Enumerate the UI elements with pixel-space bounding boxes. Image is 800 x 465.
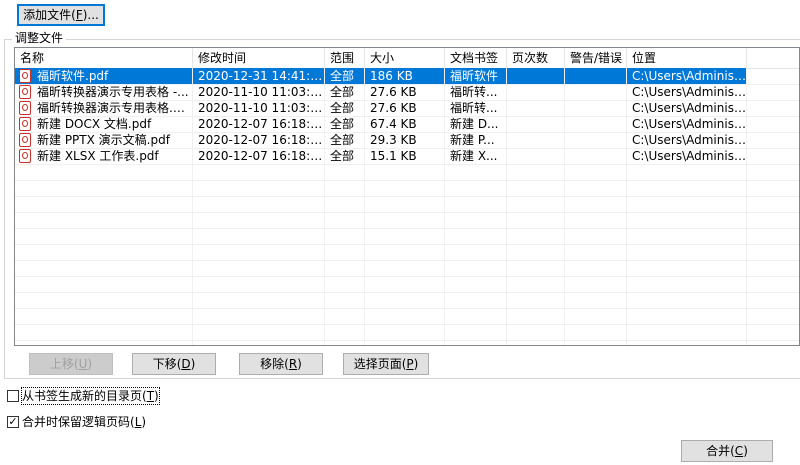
cell-col-modified: 2020-11-10 11:03:47 — [198, 85, 324, 99]
header-col-pages[interactable]: 页次数 — [507, 48, 565, 68]
cell-col-pages — [507, 132, 564, 148]
cell-col-pages — [507, 100, 564, 116]
check-mark-icon: ✓ — [8, 415, 18, 428]
cell-col-modified: 2020-12-31 14:41:24 — [193, 68, 324, 84]
pdf-file-icon — [19, 69, 31, 83]
group-border-top — [4, 39, 800, 40]
grid-line-horizontal — [15, 292, 799, 293]
grid-line-horizontal — [15, 180, 799, 181]
keep-logical-page-label[interactable]: 合并时保留逻辑页码(L) — [22, 414, 146, 430]
list-header: 名称 修改时间 范围 大小 文档书签 页次数 警告/错误 位置 — [15, 48, 799, 69]
header-col-range[interactable]: 范围 — [325, 48, 365, 68]
cell-col-size: 67.4 KB — [370, 117, 417, 131]
toc-checkbox[interactable] — [7, 390, 19, 402]
header-col-modified[interactable]: 修改时间 — [193, 48, 325, 68]
move-up-button[interactable]: 上移(U) — [29, 353, 113, 375]
cell-col-range: 全部 — [330, 149, 355, 163]
pdf-file-icon — [19, 117, 31, 131]
header-col-location[interactable]: 位置 — [627, 48, 747, 68]
cell-col-bookmark: 福昕转... — [450, 101, 498, 115]
table-row[interactable]: 福昕软件.pdf 2020-12-31 14:41:24 全部 186 KB 福昕软件 C… — [15, 68, 799, 84]
group-border-left — [4, 39, 5, 379]
cell-col-name: 福昕转换器演示专用表格.pdf — [37, 101, 192, 115]
cell-col-name: 新建 DOCX 文档.pdf — [37, 117, 152, 131]
grid-line-horizontal — [15, 324, 799, 325]
cell-col-warning — [565, 100, 626, 116]
cell-col-range: 全部 — [330, 85, 355, 99]
cell-col-bookmark: 新建 X... — [450, 149, 498, 163]
merge-button[interactable]: 合并(C) — [681, 440, 773, 462]
grid-line-horizontal — [15, 308, 799, 309]
grid-line-horizontal — [15, 340, 799, 341]
select-pages-button[interactable]: 选择页面(P) — [343, 353, 429, 375]
cell-col-bookmark: 新建 D... — [450, 117, 499, 131]
cell-col-bookmark: 福昕转... — [450, 85, 498, 99]
cell-col-modified: 2020-12-07 16:18:06 — [198, 133, 324, 147]
cell-col-size: 15.1 KB — [370, 149, 417, 163]
cell-col-pages — [507, 148, 564, 164]
pdf-file-icon — [19, 85, 31, 99]
toc-checkbox-label[interactable]: 从书签生成新的目录页(T) — [21, 387, 160, 405]
cell-col-modified: 2020-12-07 16:18:02 — [198, 117, 324, 131]
move-down-button[interactable]: 下移(D) — [132, 353, 216, 375]
table-row[interactable]: 新建 DOCX 文档.pdf 2020-12-07 16:18:02 全部 67.4 … — [15, 116, 799, 132]
grid-line-horizontal — [15, 212, 799, 213]
table-row[interactable]: 新建 PPTX 演示文稿.pdf 2020-12-07 16:18:06 全部 29.… — [15, 132, 799, 148]
cell-col-size: 27.6 KB — [370, 85, 417, 99]
remove-button[interactable]: 移除(R) — [239, 353, 323, 375]
cell-col-warning — [565, 84, 626, 100]
cell-col-location: C:\Users\Administ... — [632, 149, 746, 163]
cell-col-pages — [507, 116, 564, 132]
cell-col-warning — [565, 132, 626, 148]
grid-line-horizontal — [15, 244, 799, 245]
header-col-warning[interactable]: 警告/错误 — [565, 48, 627, 68]
cell-col-size: 186 KB — [365, 68, 444, 84]
cell-col-size: 29.3 KB — [370, 133, 417, 147]
cell-col-name: 福昕转换器演示专用表格 -... — [37, 85, 189, 99]
pdf-file-icon — [19, 133, 31, 147]
cell-col-modified: 2020-11-10 11:03:47 — [198, 101, 324, 115]
cell-col-range: 全部 — [330, 133, 355, 147]
cell-col-range: 全部 — [330, 101, 355, 115]
pdf-file-icon — [19, 101, 31, 115]
grid-line-horizontal — [15, 260, 799, 261]
cell-col-bookmark: 福昕软件 — [445, 68, 506, 84]
table-row[interactable]: 福昕转换器演示专用表格.pdf 2020-11-10 11:03:47 全部 27.6… — [15, 100, 799, 116]
cell-col-bookmark: 新建 P... — [450, 133, 495, 147]
header-col-size[interactable]: 大小 — [365, 48, 445, 68]
cell-col-location: C:\Users\Administ... — [627, 68, 746, 84]
grid-line-horizontal — [15, 276, 799, 277]
file-list[interactable]: 名称 修改时间 范围 大小 文档书签 页次数 警告/错误 位置 福昕软件.pdf 2020-12… — [14, 47, 800, 346]
cell-col-range: 全部 — [325, 68, 364, 84]
pdf-file-icon — [19, 149, 31, 163]
cell-col-location: C:\Users\Administ... — [632, 117, 746, 131]
add-file-button[interactable]: 添加文件(F)... — [17, 4, 105, 26]
cell-col-name: 新建 XLSX 工作表.pdf — [37, 149, 159, 163]
cell-col-modified: 2020-12-07 16:18:09 — [198, 149, 324, 163]
cell-col-range: 全部 — [330, 117, 355, 131]
cell-col-location: C:\Users\Administ... — [632, 101, 746, 115]
grid-line-horizontal — [15, 164, 799, 165]
cell-col-warning — [565, 148, 626, 164]
cell-col-location: C:\Users\Administ... — [632, 133, 746, 147]
table-row[interactable]: 福昕转换器演示专用表格 -... 2020-11-10 11:03:47 全部 27.… — [15, 84, 799, 100]
cell-col-pages — [507, 68, 564, 84]
table-row[interactable]: 新建 XLSX 工作表.pdf 2020-12-07 16:18:09 全部 15.1… — [15, 148, 799, 164]
keep-logical-page-checkbox[interactable]: ✓ — [7, 416, 19, 428]
header-col-name[interactable]: 名称 — [15, 48, 193, 68]
cell-col-size: 27.6 KB — [370, 101, 417, 115]
grid-line-horizontal — [15, 228, 799, 229]
header-col-bookmark[interactable]: 文档书签 — [445, 48, 507, 68]
cell-col-warning — [565, 68, 626, 84]
group-border-bottom — [4, 378, 800, 379]
cell-col-warning — [565, 116, 626, 132]
grid-line-horizontal — [15, 196, 799, 197]
group-title: 调整文件 — [12, 31, 67, 45]
cell-col-name: 新建 PPTX 演示文稿.pdf — [37, 133, 170, 147]
cell-col-location: C:\Users\Administ... — [632, 85, 746, 99]
cell-col-name: 福昕软件.pdf — [15, 68, 192, 84]
cell-col-pages — [507, 84, 564, 100]
